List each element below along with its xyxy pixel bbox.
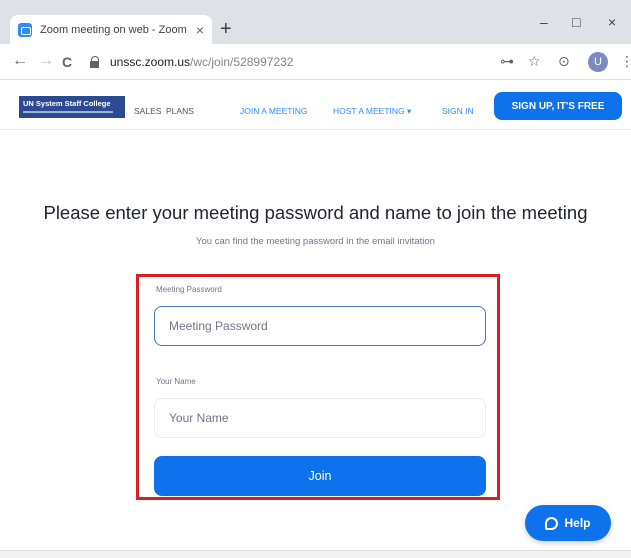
meeting-password-input[interactable]: Meeting Password [154, 306, 486, 346]
tab-close-icon[interactable]: × [196, 22, 204, 38]
page-title: Please enter your meeting password and n… [43, 202, 588, 223]
tab-title: Zoom meeting on web - Zoom [40, 23, 187, 36]
nav-host-meeting-link[interactable]: HOST A MEETING ▾ [333, 106, 411, 117]
key-icon[interactable]: ⊶ [500, 53, 514, 70]
star-icon[interactable]: ☆ [528, 53, 541, 70]
name-label: Your Name [156, 377, 196, 386]
lock-icon[interactable] [90, 56, 100, 68]
minimize-button[interactable]: – [540, 14, 548, 30]
your-name-input[interactable]: Your Name [154, 398, 486, 438]
nav-sign-in-link[interactable]: SIGN IN [442, 106, 474, 116]
sign-up-button[interactable]: SIGN UP, IT'S FREE [494, 92, 622, 120]
site-header: UN System Staff College SALES PLANS JOIN… [0, 80, 631, 130]
horizontal-scrollbar[interactable] [0, 550, 631, 558]
forward-icon[interactable]: → [38, 52, 54, 70]
help-button[interactable]: Help [525, 505, 611, 541]
url-path: /wc/join/528997232 [190, 55, 294, 69]
chat-bubble-icon [545, 516, 559, 530]
url-host: unssc.zoom.us [110, 55, 191, 69]
browser-tab[interactable]: Zoom meeting on web - Zoom × [10, 15, 212, 44]
back-icon[interactable]: ← [12, 52, 28, 70]
maximize-button[interactable]: □ [572, 14, 580, 30]
new-tab-button[interactable]: + [220, 18, 232, 41]
browser-toolbar: ← → C unssc.zoom.us /wc/join/528997232 ⊶… [0, 44, 631, 80]
extension-icon[interactable]: ⊙ [558, 53, 570, 70]
page-subtitle: You can find the meeting password in the… [196, 236, 435, 247]
nav-join-meeting-link[interactable]: JOIN A MEETING [240, 106, 308, 116]
nav-plans-link[interactable]: PLANS [166, 106, 194, 116]
logo-tagline-bar [23, 111, 113, 113]
help-label: Help [564, 516, 591, 530]
close-window-button[interactable]: × [608, 14, 616, 30]
reload-icon[interactable]: C [62, 54, 72, 70]
password-label: Meeting Password [156, 285, 222, 294]
join-button[interactable]: Join [154, 456, 486, 496]
profile-avatar[interactable]: U [588, 52, 608, 72]
zoom-favicon-icon [18, 22, 32, 37]
site-logo[interactable]: UN System Staff College [19, 96, 125, 118]
menu-icon[interactable]: ⋮ [620, 53, 631, 70]
browser-titlebar: Zoom meeting on web - Zoom × + – □ × [0, 0, 631, 44]
logo-text: UN System Staff College [23, 99, 111, 108]
nav-sales-link[interactable]: SALES [134, 106, 161, 116]
address-bar[interactable]: unssc.zoom.us /wc/join/528997232 [90, 50, 470, 74]
